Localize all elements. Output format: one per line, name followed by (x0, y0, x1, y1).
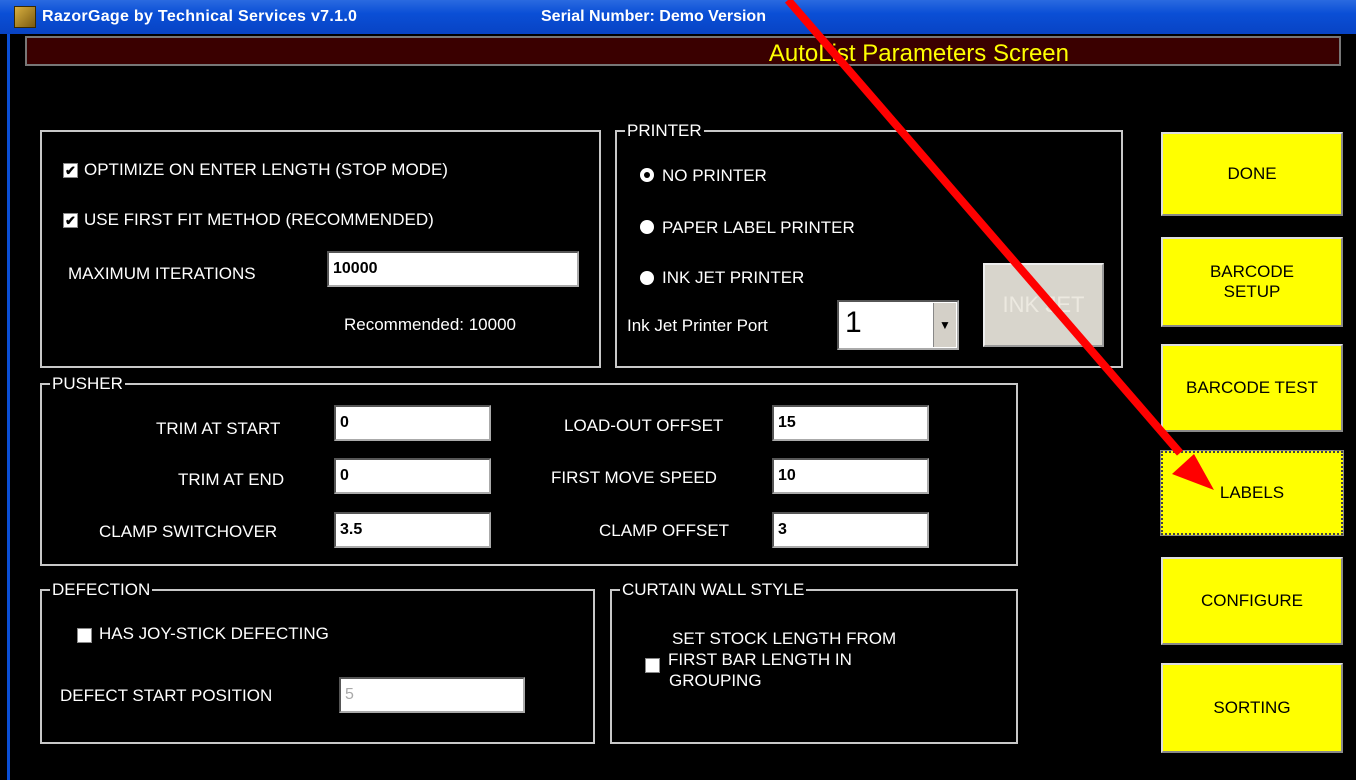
screen-header: AutoList Parameters Screen (25, 36, 1341, 67)
trim-end-input[interactable]: 0 (334, 458, 491, 494)
max-iterations-input[interactable]: 10000 (327, 251, 579, 287)
configure-label: CONFIGURE (1201, 591, 1303, 610)
ink-jet-port-label: Ink Jet Printer Port (627, 316, 768, 335)
labels-label: LABELS (1219, 483, 1285, 502)
joystick-label: HAS JOY-STICK DEFECTING (99, 624, 329, 643)
joystick-checkbox[interactable] (77, 628, 92, 643)
max-iterations-label: MAXIMUM ITERATIONS (68, 264, 256, 283)
printer-legend: PRINTER (625, 121, 704, 141)
optimize-label: OPTIMIZE ON ENTER LENGTH (STOP MODE) (84, 160, 448, 179)
optimize-checkbox[interactable]: ✔ (63, 163, 78, 178)
done-label: DONE (1227, 164, 1277, 183)
defect-start-input[interactable]: 5 (339, 677, 525, 713)
defection-legend: DEFECTION (50, 580, 153, 600)
defect-start-label: DEFECT START POSITION (60, 686, 273, 705)
paper-label-printer-label: PAPER LABEL PRINTER (662, 218, 855, 237)
app-icon (14, 6, 36, 28)
clamp-offset-input[interactable]: 3 (772, 512, 929, 548)
curtain-wall-legend: CURTAIN WALL STYLE (620, 580, 807, 600)
first-move-speed-label: FIRST MOVE SPEED (551, 468, 717, 487)
ink-jet-port-select[interactable]: 1 ▼ (837, 300, 959, 350)
ink-jet-button[interactable]: INK JET (983, 263, 1104, 347)
done-button[interactable]: DONE (1161, 132, 1343, 216)
trim-start-input[interactable]: 0 (334, 405, 491, 441)
barcode-setup-label-1: BARCODE (1209, 262, 1295, 281)
first-move-speed-input[interactable]: 10 (772, 458, 929, 494)
sorting-label: SORTING (1213, 698, 1291, 717)
barcode-test-label: BARCODE TEST (1186, 378, 1318, 397)
ink-jet-port-value: 1 (845, 306, 862, 339)
recommended-text: Recommended: 10000 (344, 315, 517, 334)
sorting-button[interactable]: SORTING (1161, 663, 1343, 753)
serial-number: Serial Number: Demo Version (541, 8, 766, 25)
barcode-test-button[interactable]: BARCODE TEST (1161, 344, 1343, 432)
labels-button[interactable]: LABELS (1160, 450, 1344, 536)
stock-length-checkbox[interactable] (645, 658, 660, 673)
first-fit-label: USE FIRST FIT METHOD (RECOMMENDED) (84, 210, 434, 229)
curtain-line-2: FIRST BAR LENGTH IN (668, 650, 852, 669)
ink-jet-radio[interactable] (640, 271, 654, 285)
window-title: RazorGage by Technical Services v7.1.0 (42, 8, 358, 25)
clamp-switchover-label: CLAMP SWITCHOVER (99, 522, 278, 541)
clamp-switchover-input[interactable]: 3.5 (334, 512, 491, 548)
no-printer-label: NO PRINTER (662, 166, 767, 185)
chevron-down-icon[interactable]: ▼ (933, 303, 956, 347)
configure-button[interactable]: CONFIGURE (1161, 557, 1343, 645)
paper-label-radio[interactable] (640, 220, 654, 234)
first-fit-checkbox[interactable]: ✔ (63, 213, 78, 228)
curtain-line-1: SET STOCK LENGTH FROM (672, 629, 897, 648)
load-out-offset-input[interactable]: 15 (772, 405, 929, 441)
pusher-legend: PUSHER (50, 374, 125, 394)
no-printer-radio[interactable] (640, 168, 654, 182)
ink-jet-label: INK JET PRINTER (662, 268, 805, 287)
clamp-offset-label: CLAMP OFFSET (599, 521, 730, 540)
curtain-line-3: GROUPING (669, 671, 762, 690)
barcode-setup-button[interactable]: BARCODE SETUP (1161, 237, 1343, 327)
trim-start-label: TRIM AT START (156, 419, 281, 438)
defection-group: DEFECTION (40, 580, 595, 744)
screen-title: AutoList Parameters Screen (768, 40, 1069, 67)
load-out-offset-label: LOAD-OUT OFFSET (564, 416, 724, 435)
trim-end-label: TRIM AT END (178, 470, 285, 489)
barcode-setup-label-2: SETUP (1223, 282, 1281, 301)
